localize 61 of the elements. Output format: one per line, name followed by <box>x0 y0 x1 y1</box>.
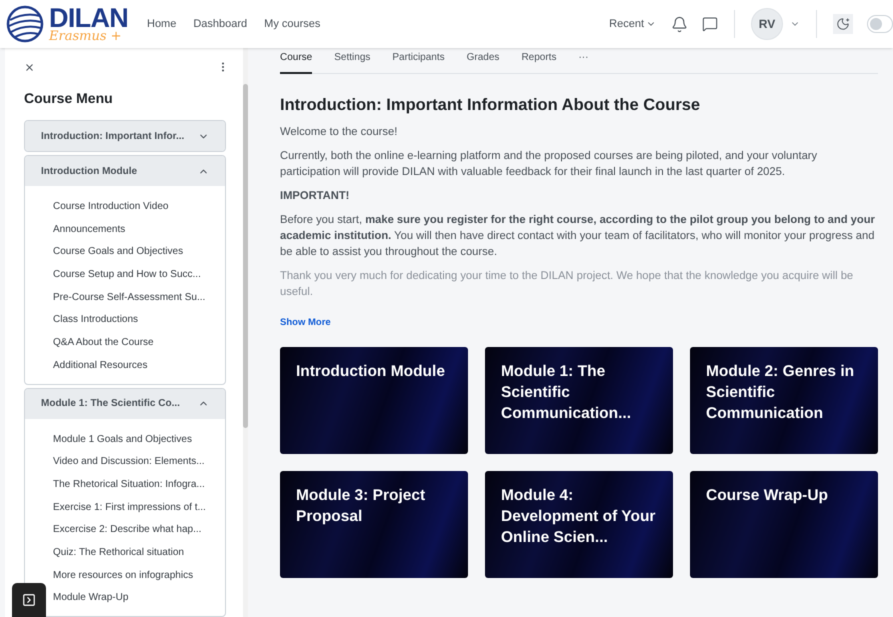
activity-link[interactable]: More resources on infographics <box>53 564 194 588</box>
module-card[interactable]: Module 3: Project Proposal <box>280 471 468 578</box>
drawer-title: Course Menu <box>24 89 114 108</box>
intro-paragraph: Welcome to the course! <box>280 124 398 140</box>
module-card[interactable]: Course Wrap-Up <box>690 471 878 578</box>
user-avatar[interactable]: RV <box>751 8 783 40</box>
notification-bell-icon[interactable] <box>671 16 688 32</box>
recent-menu[interactable]: Recent <box>609 16 656 32</box>
nav-link[interactable]: Dashboard <box>193 16 248 32</box>
course-tab[interactable]: Grades <box>466 48 500 74</box>
module-card-title: Module 1: The Scientific Communication... <box>501 362 632 424</box>
activity-link[interactable]: Class Introductions <box>53 309 138 332</box>
intro-paragraph: Currently, both the online e-learning platform and the proposed courses are being piloted, and your voluntary participation will provide DILAN with valuable feedback for their final launch in the last quarter of 2025. <box>280 148 818 180</box>
module-card-title: Module 2: Genres in Scientific Communication <box>706 362 856 424</box>
drawer-toggle-button[interactable] <box>12 583 46 617</box>
activity-link[interactable]: The Rhetorical Situation: Infogra... <box>53 474 205 497</box>
intro-paragraph: IMPORTANT! <box>280 188 350 204</box>
activity-link[interactable]: Quiz: The Rethorical situation <box>53 542 184 565</box>
module-card-title: Course Wrap-Up <box>706 486 830 506</box>
activity-link[interactable]: Video and Discussion: Elements... <box>53 451 205 474</box>
module-card[interactable]: Introduction Module <box>280 347 468 454</box>
activity-link[interactable]: Course Introduction Video <box>53 196 168 219</box>
dark-mode-toggle[interactable] <box>867 15 893 33</box>
logo-tagline: Erasmus + <box>49 30 123 43</box>
activity-link[interactable]: Pre-Course Self-Assessment Su... <box>53 286 206 310</box>
activity-link[interactable]: Module Wrap-Up <box>53 587 128 610</box>
close-icon[interactable] <box>24 62 35 72</box>
globe-icon <box>5 4 45 44</box>
activity-link[interactable]: Additional Resources <box>53 354 148 378</box>
logo-name: DILAN <box>49 5 128 32</box>
course-tab[interactable]: Settings <box>334 48 370 74</box>
nav-link[interactable]: Home <box>147 16 176 32</box>
course-tab[interactable]: Course <box>280 48 312 74</box>
show-more-link[interactable]: Show More <box>280 316 878 330</box>
moon-stars-icon[interactable] <box>833 14 853 34</box>
course-tab[interactable]: Reports <box>521 48 556 74</box>
module-card[interactable]: Module 4: Development of Your Online Scien... <box>485 471 673 578</box>
activity-link[interactable]: Q&A About the Course <box>53 332 154 355</box>
page-heading: Introduction: Important Information About the Course <box>280 95 702 116</box>
module-card[interactable]: Module 2: Genres in Scientific Communication <box>690 347 878 454</box>
activity-link[interactable]: Exercise 1: First impressions of t... <box>53 496 206 520</box>
section-header[interactable]: Introduction: Important Infor... <box>25 121 225 151</box>
expand-icon <box>22 593 36 607</box>
module-card-title: Introduction Module <box>296 362 446 382</box>
module-card[interactable]: Module 1: The Scientific Communication... <box>485 347 673 454</box>
module-card-title: Module 3: Project Proposal <box>296 486 426 527</box>
activity-link[interactable]: Excercise 2: Describe what hap... <box>53 519 202 542</box>
course-tab[interactable]: Participants <box>392 48 445 74</box>
activity-link[interactable]: Course Setup and How to Succ... <box>53 264 201 287</box>
module-card-title: Module 4: Development of Your Online Scien... <box>501 486 656 548</box>
section-header[interactable]: Introduction Module <box>25 156 225 186</box>
activity-link[interactable]: Course Goals and Objectives <box>53 241 184 264</box>
course-tab[interactable]: ··· <box>578 48 588 74</box>
activity-link[interactable]: Announcements <box>53 218 126 242</box>
logo[interactable]: DILAN Erasmus + <box>5 4 133 44</box>
intro-paragraph: Thank you very much for dedicating your time to the DILAN project. We hope that the knowledge you acquire will be useful. <box>280 268 854 300</box>
intro-paragraph: Before you start, make sure you register for the right course, according to the pilot group you belong to and your academic institution. You will then have direct contact with your team of facilitators, who will monitor your progress and be able to assist you throughout the course. <box>280 212 876 260</box>
activity-link[interactable]: Module 1 Goals and Objectives <box>53 428 192 452</box>
messages-icon[interactable] <box>702 16 718 32</box>
section-header[interactable]: Module 1: The Scientific Co... <box>25 388 225 418</box>
nav-link[interactable]: My courses <box>264 16 320 32</box>
